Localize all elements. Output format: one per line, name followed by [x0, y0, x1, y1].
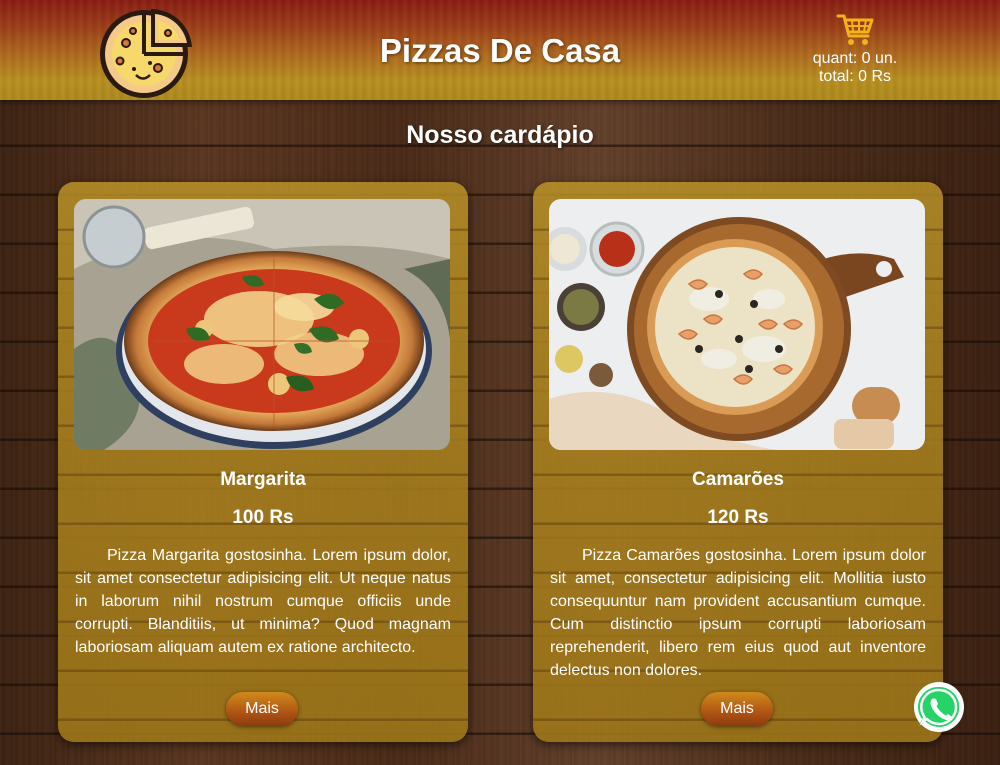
product-price: 100 Rs [232, 507, 294, 528]
product-card-camaroes: Camarões 120 Rs Pizza Camarões gostosinh… [533, 182, 943, 742]
more-button[interactable]: Mais [226, 692, 298, 726]
shrimp-pizza-photo [549, 199, 925, 450]
menu-section-title: Nosso cardápio [406, 121, 594, 149]
product-description: Pizza Camarões gostosinha. Lorem ipsum d… [550, 547, 926, 679]
cart-icon[interactable] [835, 10, 875, 50]
product-price: 120 Rs [707, 507, 769, 528]
product-description: Pizza Margarita gostosinha. Lorem ipsum … [75, 547, 451, 656]
more-button[interactable]: Mais [701, 692, 773, 726]
margarita-pizza-photo [74, 199, 450, 450]
product-card-margarita: Margarita 100 Rs Pizza Margarita gostosi… [58, 182, 468, 742]
cart-quantity: quant: 0 un. [812, 50, 898, 67]
cart-summary[interactable]: quant: 0 un. total: 0 Rs [790, 10, 920, 86]
site-header: Pizzas De Casa quant: 0 un. total: 0 Rs [0, 0, 1000, 100]
whatsapp-icon[interactable] [912, 680, 966, 734]
cart-total: total: 0 Rs [818, 68, 892, 85]
product-name: Margarita [220, 469, 306, 490]
product-name: Camarões [692, 469, 784, 490]
